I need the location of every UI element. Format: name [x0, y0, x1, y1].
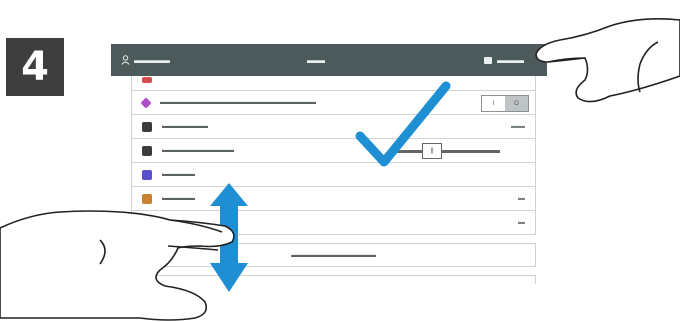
hand-pointer-icon — [535, 18, 680, 103]
check-icon — [355, 81, 451, 167]
illustration-overlay — [0, 18, 680, 321]
hand-swipe-icon — [0, 210, 235, 321]
